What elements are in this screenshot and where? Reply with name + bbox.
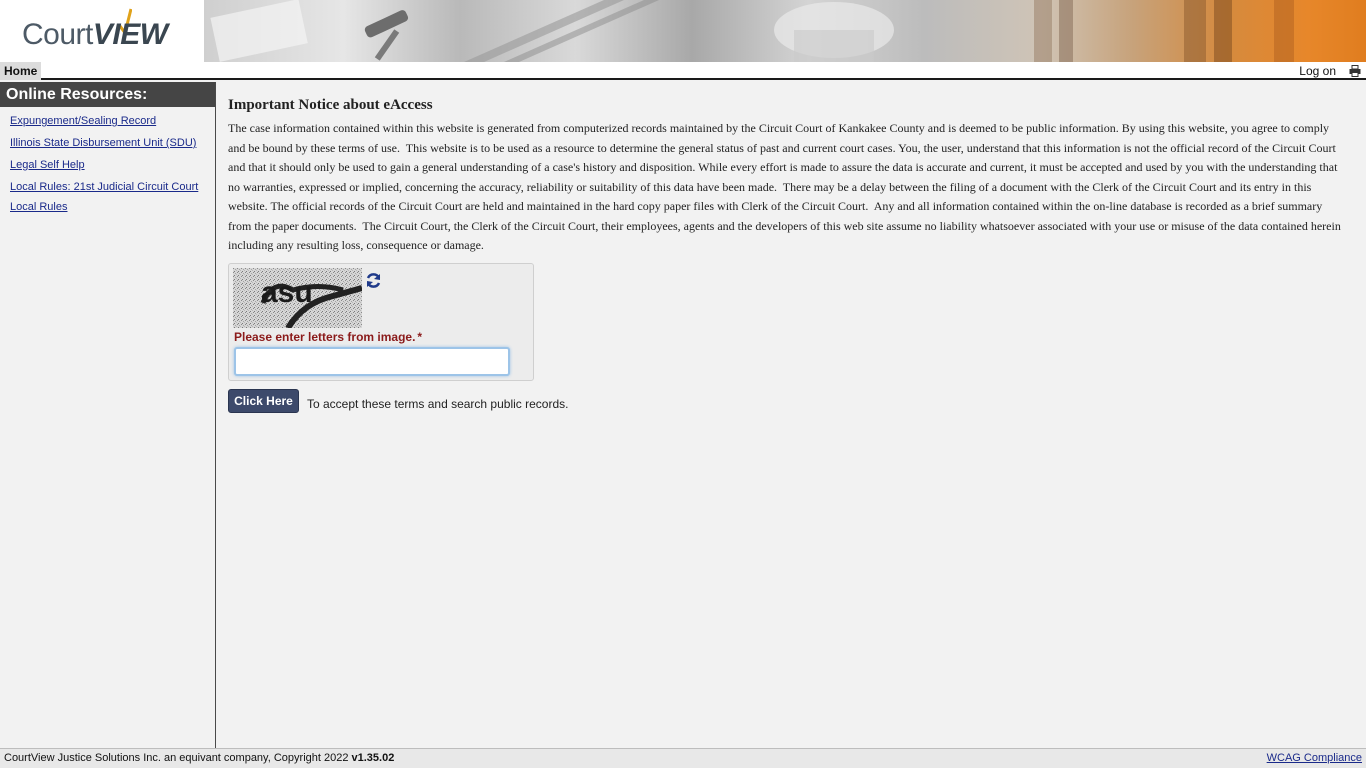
required-marker: * xyxy=(417,330,423,344)
header-banner-image xyxy=(204,0,1366,62)
footer-version: v1.35.02 xyxy=(351,752,395,764)
nav-home-tab[interactable]: Home xyxy=(0,62,42,80)
accept-terms-button[interactable]: Click Here xyxy=(228,389,299,413)
wcag-compliance-link[interactable]: WCAG Compliance xyxy=(1267,749,1362,768)
logon-link[interactable]: Log on xyxy=(1299,62,1336,80)
banner-decoration xyxy=(210,0,1294,62)
page-header: CourtVIEW xyxy=(0,0,1366,62)
logo-view-text: VIEW xyxy=(92,18,168,51)
captcha-label: Please enter letters from image. * xyxy=(234,330,422,344)
sidebar-title: Online Resources: xyxy=(0,82,215,107)
accept-terms-description: To accept these terms and search public … xyxy=(307,397,569,411)
print-icon[interactable] xyxy=(1349,65,1361,77)
sidebar-link-expungement[interactable]: Expungement/Sealing Record xyxy=(10,112,205,132)
logo-court-text: Court xyxy=(22,18,93,51)
footer-copyright-text: CourtView Justice Solutions Inc. an equi… xyxy=(4,752,352,764)
page-footer: CourtView Justice Solutions Inc. an equi… xyxy=(0,748,1366,768)
sidebar-link-sdu[interactable]: Illinois State Disbursement Unit (SDU) xyxy=(10,134,205,154)
footer-copyright: CourtView Justice Solutions Inc. an equi… xyxy=(4,749,394,768)
sidebar-link-legal-self-help[interactable]: Legal Self Help xyxy=(10,156,205,176)
logo-text: CourtVIEW xyxy=(22,18,168,52)
sidebar-link-local-rules[interactable]: Local Rules: 21st Judicial Circuit Court… xyxy=(10,178,205,217)
refresh-captcha-icon[interactable] xyxy=(365,272,382,289)
captcha-text: asu xyxy=(261,276,313,309)
notice-body: The case information contained within th… xyxy=(228,121,1344,252)
captcha-panel: asu Please enter letters from image. * xyxy=(228,263,534,381)
captcha-image: asu xyxy=(233,268,362,328)
courtview-logo: CourtVIEW xyxy=(0,0,204,62)
sidebar-links: Expungement/Sealing Record Illinois Stat… xyxy=(10,112,205,220)
top-nav-bar: Home Log on xyxy=(0,62,1366,80)
notice-title: Important Notice about eAccess xyxy=(228,97,433,113)
captcha-input[interactable] xyxy=(234,347,510,376)
sidebar: Online Resources: Expungement/Sealing Re… xyxy=(0,82,216,748)
captcha-label-text: Please enter letters from image. xyxy=(234,330,416,344)
